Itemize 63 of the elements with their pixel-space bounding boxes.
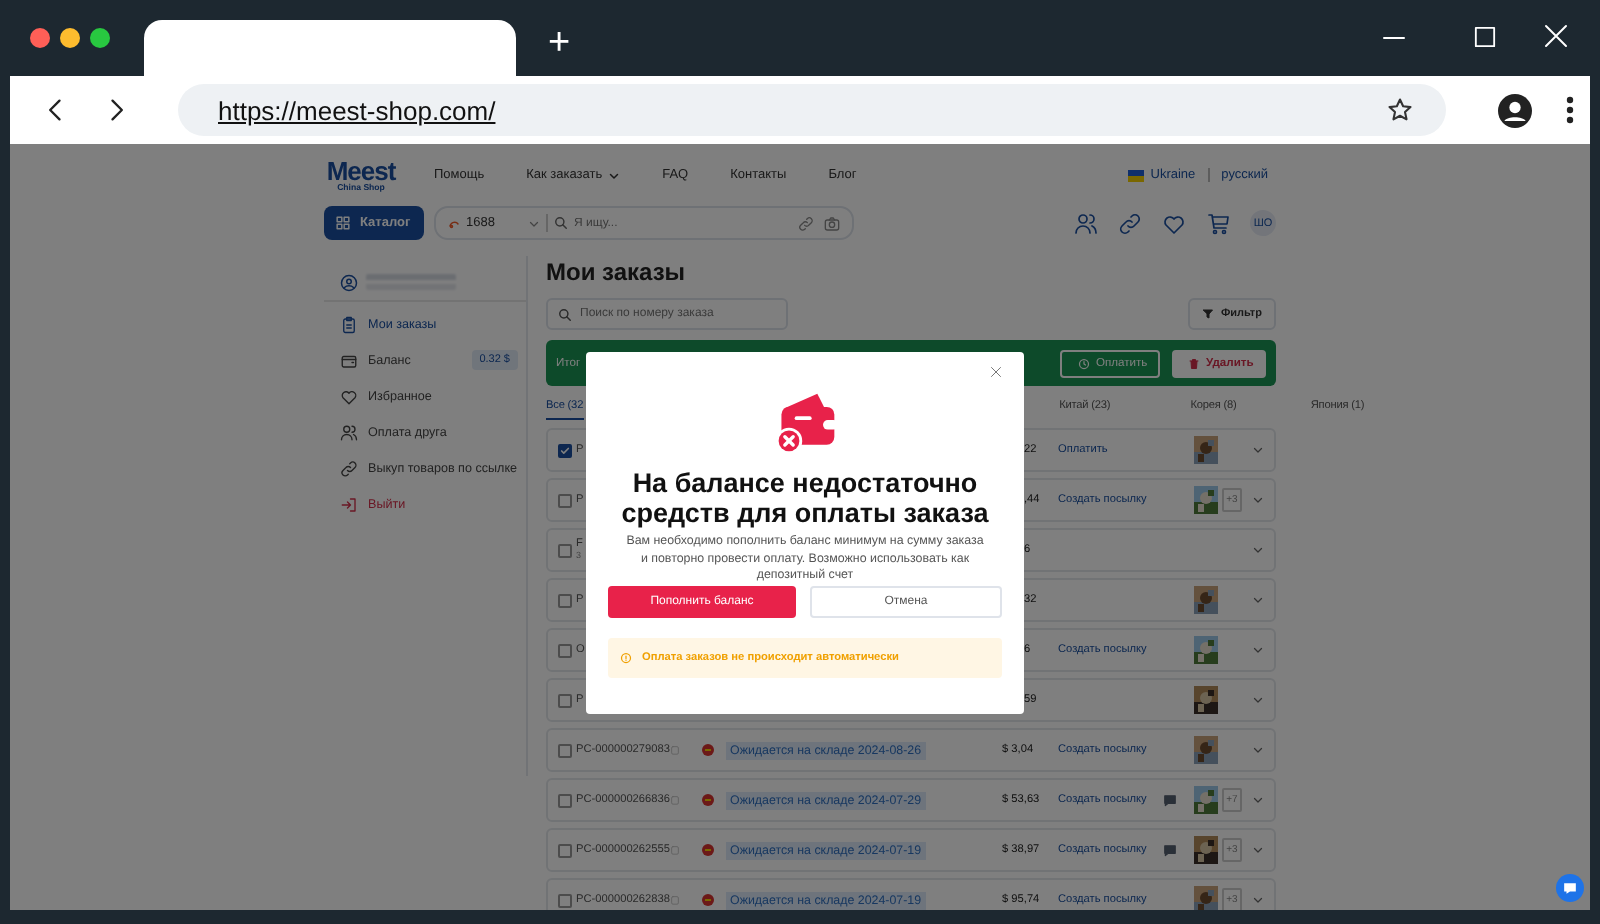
close-button[interactable]	[30, 28, 50, 48]
search-icon	[558, 307, 572, 321]
link-icon[interactable]	[798, 215, 814, 231]
link-icon	[340, 459, 358, 477]
caret-icon	[528, 217, 540, 229]
logout-icon	[340, 495, 358, 513]
users-icon[interactable]	[1074, 211, 1098, 235]
chat-icon[interactable]	[1556, 874, 1584, 902]
check-icon	[560, 445, 570, 455]
chevron-icon[interactable]	[1252, 444, 1264, 456]
wallet-icon	[340, 351, 358, 369]
filter-icon	[1202, 308, 1215, 320]
maximize-icon[interactable]	[1474, 26, 1496, 48]
checkbox[interactable]	[558, 493, 572, 507]
chevron-icon[interactable]	[1252, 894, 1264, 906]
minimize-button[interactable]	[60, 28, 80, 48]
chevron-icon[interactable]	[1252, 744, 1264, 756]
checkbox[interactable]	[558, 793, 572, 807]
grid-icon	[336, 216, 350, 230]
info-icon	[620, 652, 632, 665]
modal-title: На балансе недостаточно средств для оплаты заказа	[619, 468, 991, 528]
chevron-icon[interactable]	[1252, 544, 1264, 556]
heart-icon	[340, 387, 358, 405]
chevron-icon[interactable]	[1252, 694, 1264, 706]
checkbox[interactable]	[558, 843, 572, 857]
chevron-icon[interactable]	[1252, 644, 1264, 656]
status-dot	[702, 794, 714, 806]
status-dot	[702, 894, 714, 906]
users-icon	[340, 423, 358, 441]
checkbox[interactable]	[558, 743, 572, 757]
cart-icon[interactable]	[1206, 211, 1230, 235]
checkbox[interactable]	[558, 443, 572, 457]
status-dot	[702, 844, 714, 856]
heart-icon[interactable]	[1162, 211, 1186, 235]
page-title: Мои заказы	[546, 258, 688, 288]
checkbox[interactable]	[558, 643, 572, 657]
chevron-icon[interactable]	[1252, 594, 1264, 606]
checkbox[interactable]	[558, 893, 572, 907]
flag-icon	[1128, 169, 1145, 181]
comment-icon[interactable]	[1162, 793, 1178, 807]
search-icon	[554, 216, 568, 230]
caret-icon	[608, 169, 621, 181]
address-bar[interactable]: https://meest-shop.com/	[178, 84, 1446, 136]
swirl-icon	[448, 217, 460, 229]
link-icon[interactable]	[1118, 211, 1142, 235]
chevron-icon[interactable]	[1252, 794, 1264, 806]
profile-icon[interactable]	[1498, 93, 1532, 127]
chevron-icon[interactable]	[1252, 494, 1264, 506]
chevron-icon[interactable]	[1252, 844, 1264, 856]
menu-icon[interactable]	[1566, 96, 1574, 124]
status-dot	[702, 744, 714, 756]
star-icon[interactable]	[1386, 96, 1414, 124]
clock-icon	[1078, 357, 1090, 369]
clipboard-icon	[340, 315, 358, 333]
checkbox[interactable]	[558, 543, 572, 557]
checkbox[interactable]	[558, 593, 572, 607]
camera-icon[interactable]	[824, 215, 840, 231]
comment-icon[interactable]	[1162, 843, 1178, 857]
maximize-button[interactable]	[90, 28, 110, 48]
trash-icon	[1188, 357, 1200, 369]
checkbox[interactable]	[558, 693, 572, 707]
new-tab-button[interactable]: +	[540, 22, 579, 66]
user-circle-icon	[340, 273, 358, 291]
